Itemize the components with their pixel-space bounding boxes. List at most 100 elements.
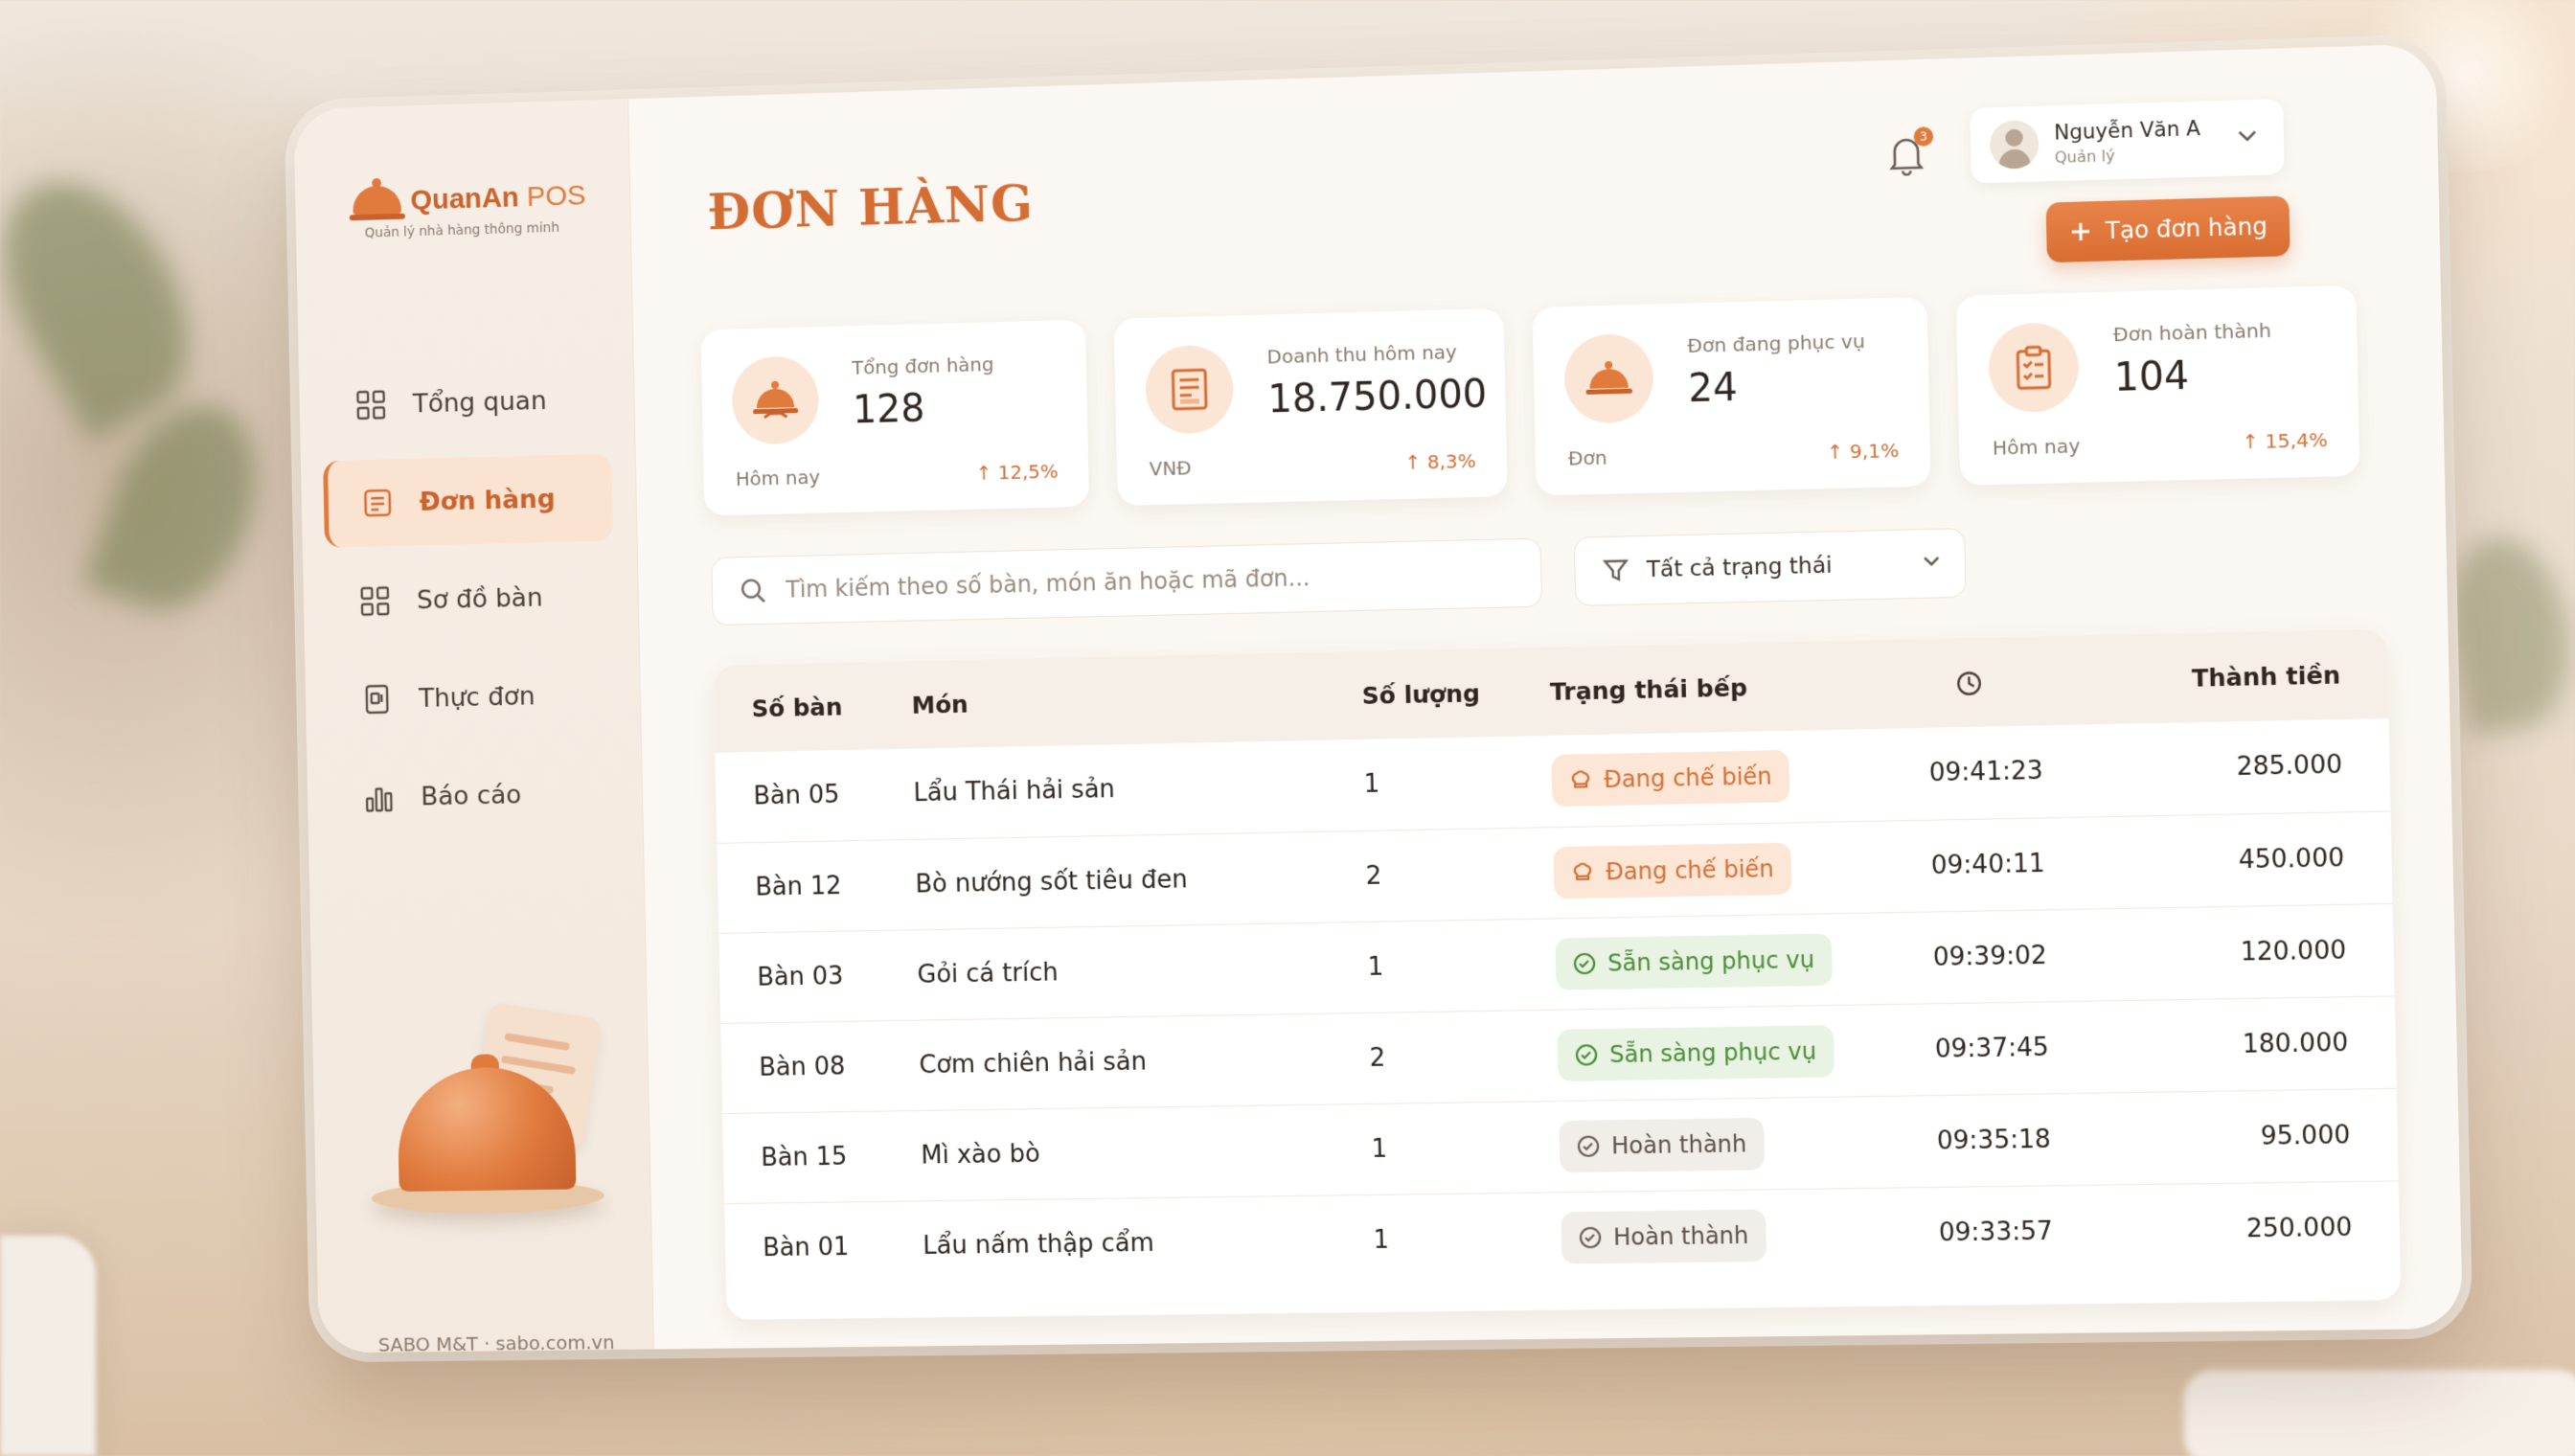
cell-dish: Bò nướng sốt tiêu đen: [914, 830, 1344, 930]
chevron-down-icon: [2236, 128, 2258, 143]
cell-dish: Lẩu Thái hải sản: [912, 739, 1342, 839]
cell-time: 09:35:18: [1935, 1091, 2173, 1187]
search-input[interactable]: [786, 559, 1509, 603]
sidebar-footer: SABO M&T · sabo.com.vn: [377, 1331, 615, 1354]
cell-time: 09:41:23: [1927, 722, 2165, 820]
sidebar-item-orders[interactable]: Đơn hàng: [323, 453, 614, 548]
chevron-down-icon: [1922, 555, 1942, 569]
cloche-icon: [1563, 332, 1654, 424]
chef-hat-icon: [1569, 768, 1593, 792]
sidebar-item-reports[interactable]: Báo cáo: [329, 749, 619, 842]
status-label: Sẵn sàng phục vụ: [1607, 945, 1815, 977]
stat-caption: Hôm nay: [1992, 434, 2081, 460]
sidebar-item-table-layout[interactable]: Sơ đồ bàn: [325, 552, 615, 646]
status-label: Hoàn thành: [1610, 1129, 1747, 1159]
cell-time: 09:39:02: [1931, 907, 2169, 1004]
avatar: [1989, 119, 2039, 170]
cell-qty: 2: [1345, 1009, 1559, 1104]
receipt-icon: [1145, 344, 1235, 435]
user-name: Nguyễn Văn A: [2053, 116, 2201, 145]
create-order-button[interactable]: Tạo đơn hàng: [2045, 195, 2290, 263]
stat-card-completed: Đơn hoàn thành 104 Hôm nay ↑ 15,4%: [1955, 284, 2360, 486]
sidebar-item-label: Tổng quan: [412, 385, 547, 419]
cell-total: 250.000: [2245, 1213, 2353, 1244]
check-circle-icon: [1577, 1134, 1601, 1157]
status-label: Đang chế biến: [1605, 854, 1775, 885]
brand-name: QuanAn POS: [410, 179, 586, 216]
table-layout-icon: [359, 584, 392, 617]
sidebar-item-label: Sơ đồ bàn: [416, 582, 543, 615]
notification-badge: 3: [1913, 126, 1934, 147]
stat-label: Đơn đang phục vụ: [1687, 329, 1866, 357]
stats-row: Tổng đơn hàng 128 Hôm nay ↑ 12,5% Doanh …: [700, 284, 2360, 516]
create-order-label: Tạo đơn hàng: [2105, 213, 2268, 245]
background-plate: [2184, 1370, 2575, 1456]
status-label: Hoàn thành: [1612, 1221, 1749, 1251]
cloche-icon: [731, 354, 820, 445]
cell-status: Hoàn thành: [1561, 1187, 1940, 1284]
stat-value: 24: [1687, 365, 1739, 412]
search-box: [711, 537, 1543, 626]
column-header-qty[interactable]: Số lượng: [1338, 648, 1551, 740]
user-menu[interactable]: Nguyễn Văn A Quản lý: [1970, 99, 2285, 184]
main-content: ĐƠN HÀNG 3 Nguyễn Văn A Quản lý Tạo đơn …: [628, 44, 2463, 1350]
status-badge: Hoàn thành: [1559, 1117, 1766, 1172]
column-header-total[interactable]: Thành tiền: [2160, 629, 2388, 723]
cell-table: Bàn 12: [717, 838, 917, 933]
status-label: Đang chế biến: [1603, 762, 1773, 794]
cell-status: Sẵn sàng phục vụ: [1556, 1003, 1936, 1101]
stat-trend: ↑ 12,5%: [975, 459, 1059, 485]
cell-time: 09:37:45: [1933, 999, 2171, 1096]
status-filter-select[interactable]: Tất cả trạng thái: [1573, 528, 1967, 606]
status-badge: Đang chế biến: [1551, 750, 1790, 808]
cell-table: Bàn 03: [718, 929, 919, 1023]
status-badge: Đang chế biến: [1553, 842, 1792, 899]
cell-status: Hoàn thành: [1558, 1095, 1938, 1193]
background-plant-leaf: [2436, 528, 2575, 737]
background-cup: [0, 1236, 96, 1456]
cloche-logo-icon: [349, 173, 405, 230]
stat-card-serving: Đơn đang phục vụ 24 Đơn ↑ 9,1%: [1532, 296, 1931, 496]
check-circle-icon: [1575, 1043, 1599, 1066]
cell-table: Bàn 05: [715, 748, 915, 843]
stat-trend: ↑ 9,1%: [1827, 438, 1900, 464]
cell-status: Sẵn sàng phục vụ: [1554, 911, 1934, 1010]
stat-card-revenue: Doanh thu hôm nay 18.750.000 VNĐ ↑ 8,3%: [1113, 307, 1508, 507]
column-header-status[interactable]: Trạng thái bếp: [1549, 639, 1928, 736]
page-title: ĐƠN HÀNG: [707, 173, 1035, 242]
clipboard-check-icon: [1988, 322, 2080, 414]
column-header-table[interactable]: Số bàn: [714, 661, 913, 753]
stat-trend: ↑ 15,4%: [2242, 427, 2328, 454]
cell-dish: Gỏi cá trích: [916, 921, 1346, 1020]
orders-table: Số bàn Món Số lượng Trạng thái bếp Thành…: [713, 628, 2402, 1320]
status-badge: Hoàn thành: [1561, 1209, 1767, 1264]
clock-icon: [1954, 669, 1984, 698]
sidebar-item-label: Đơn hàng: [419, 484, 556, 517]
cell-table: Bàn 15: [722, 1109, 923, 1204]
cell-qty: 1: [1339, 735, 1553, 831]
filter-icon: [1602, 557, 1629, 583]
bar-chart-icon: [363, 781, 396, 813]
sidebar-item-label: Thực đơn: [418, 681, 536, 714]
background-plant-leaf: [0, 150, 225, 444]
status-badge: Sẵn sàng phục vụ: [1555, 932, 1833, 990]
tablet-screen: QuanAn POS Quản lý nhà hàng thông minh T…: [293, 43, 2463, 1354]
sidebar-item-overview[interactable]: Tổng quan: [321, 355, 611, 450]
status-badge: Sẵn sàng phục vụ: [1557, 1024, 1834, 1081]
cell-status: Đang chế biến: [1552, 819, 1932, 919]
cell-total: 450.000: [2164, 810, 2393, 908]
chef-hat-icon: [1571, 860, 1595, 884]
notification-button[interactable]: 3: [1886, 126, 1934, 174]
column-header-dish[interactable]: Món: [911, 651, 1340, 748]
receipt-icon: [361, 487, 394, 519]
menu-book-icon: [361, 683, 394, 716]
column-header-time[interactable]: [1926, 634, 2163, 728]
cell-total: 180.000: [2168, 995, 2397, 1092]
cell-qty: 1: [1373, 1225, 1390, 1255]
cell-dish: Cơm chiên hải sản: [918, 1012, 1348, 1110]
sidebar-item-menu[interactable]: Thực đơn: [327, 650, 617, 743]
check-circle-icon: [1579, 1226, 1603, 1249]
stat-card-total-orders: Tổng đơn hàng 128 Hôm nay ↑ 12,5%: [700, 319, 1090, 516]
cell-table: Bàn 08: [720, 1019, 921, 1114]
status-filter-value: Tất cả trạng thái: [1646, 553, 1833, 583]
